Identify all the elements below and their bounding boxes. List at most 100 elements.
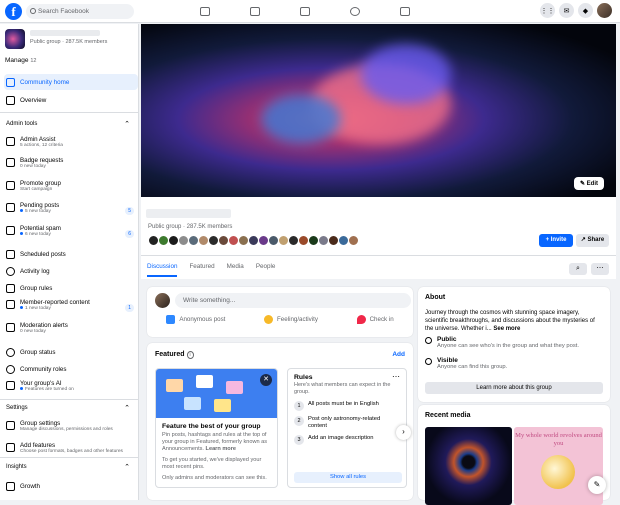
group-thumbnail[interactable] <box>5 29 25 49</box>
search-placeholder: Search Facebook <box>38 8 89 15</box>
anonymous-post-button[interactable]: Anonymous post <box>166 315 225 324</box>
see-more-link[interactable]: See more <box>493 326 520 332</box>
globe-icon <box>425 337 432 344</box>
tool-label: Group rules <box>20 285 53 292</box>
featured-title: Featured <box>155 351 185 358</box>
tool-growth[interactable]: Growth <box>6 481 136 492</box>
manage-label: Manage <box>5 57 29 64</box>
feeling-activity-button[interactable]: Feeling/activity <box>264 315 318 324</box>
pending-posts-icon <box>6 203 15 212</box>
profile-avatar[interactable] <box>597 3 612 18</box>
tab-media[interactable]: Media <box>227 263 244 277</box>
media-thumbnail-sun-graphic[interactable]: My whole world revolves around you <box>514 427 603 505</box>
group-meta: Public group · 287.5K members <box>30 39 108 45</box>
tool-scheduled-posts[interactable]: Scheduled posts <box>6 249 136 260</box>
tool-group-status[interactable]: Group status <box>6 347 136 358</box>
media-thumbnail-eye-nebula[interactable] <box>425 427 512 505</box>
rules-subtitle: Here's what members can expect in the gr… <box>294 382 391 395</box>
tab-featured[interactable]: Featured <box>189 263 214 277</box>
more-options-button[interactable]: ⋯ <box>591 263 609 275</box>
compose-edit-icon[interactable]: ✎ <box>588 476 606 494</box>
show-all-rules-button[interactable]: Show all rules <box>294 472 402 483</box>
about-card: About Journey through the cosmos with st… <box>418 287 610 402</box>
tool-sub-text: Features are turned on <box>25 387 74 392</box>
tool-community-roles[interactable]: Community roles <box>6 364 136 375</box>
tool-group-settings[interactable]: Group settings Manage discussions, permis… <box>6 420 136 433</box>
tool-sub-text: 5 new today <box>25 209 51 214</box>
tab-people[interactable]: People <box>256 263 276 277</box>
new-dot <box>20 232 23 236</box>
video-icon[interactable] <box>250 7 260 16</box>
rules-card: Rules ⋯ Here's what members can expect i… <box>287 368 407 488</box>
member-avatars[interactable] <box>148 235 359 246</box>
edit-cover-button[interactable]: ✎ Edit <box>573 177 604 190</box>
chevron-up-icon[interactable]: ⌃ <box>124 120 130 128</box>
sidebar-item-overview[interactable]: Overview <box>4 92 138 108</box>
about-title: About <box>425 294 446 301</box>
spam-icon <box>6 226 15 235</box>
tool-badge-requests[interactable]: Badge requests 0 new today <box>6 157 136 170</box>
reported-count-badge: 1 <box>125 304 134 312</box>
tool-sub: 5 new today <box>20 209 59 215</box>
anonymous-icon <box>166 315 176 324</box>
tool-potential-spam[interactable]: Potential spam 6 new today <box>6 225 136 238</box>
group-sidebar: Public group · 287.5K members Manage 12 … <box>0 24 139 500</box>
rule-item: 2 Post only astronomy-related content <box>294 416 400 430</box>
tool-label: Member-reported content <box>20 299 90 306</box>
group-name-blurred <box>30 30 100 36</box>
tool-sub: 1 new today <box>20 306 90 312</box>
notifications-bell-icon[interactable]: ◆ <box>578 3 593 18</box>
invite-button[interactable]: + Invite <box>539 234 573 247</box>
tool-add-features[interactable]: Add features Choose post formats, badges … <box>6 442 136 455</box>
tool-sub-text: 1 new today <box>25 306 51 311</box>
facebook-logo-icon[interactable]: f <box>5 3 22 20</box>
promo-title: Feature the best of your group <box>162 423 261 430</box>
close-icon[interactable]: ✕ <box>260 374 272 386</box>
top-navigation-bar: f Search Facebook ⋮⋮ ✉ ◆ <box>0 0 620 23</box>
check-in-button[interactable]: Check in <box>356 315 394 324</box>
spam-count-badge: 6 <box>125 230 134 238</box>
tool-label: Promote group <box>20 180 61 187</box>
promo-text-3: Only admins and moderators can see this. <box>162 475 267 481</box>
tool-group-rules[interactable]: Group rules <box>6 283 136 294</box>
public-title: Public <box>437 336 457 343</box>
share-button[interactable]: ↗ Share <box>576 234 609 247</box>
featured-promo-card: ✕ Feature the best of your group Pin pos… <box>155 368 278 488</box>
featured-heading: Featured i <box>155 351 194 359</box>
marketplace-icon[interactable] <box>300 7 310 16</box>
chevron-right-icon[interactable]: › <box>396 425 411 440</box>
info-icon[interactable]: i <box>186 351 194 359</box>
cover-photo: ✎ Edit <box>141 24 616 197</box>
learn-more-link[interactable]: Learn more <box>206 446 236 452</box>
tool-pending-posts[interactable]: Pending posts 5 new today <box>6 202 136 215</box>
menu-grid-icon[interactable]: ⋮⋮ <box>540 3 555 18</box>
status-dot <box>20 387 23 391</box>
sidebar-item-community-home[interactable]: Community home <box>4 74 138 90</box>
search-group-button[interactable]: ⌕ <box>569 263 587 275</box>
tool-promote-group[interactable]: Promote group Start campaign <box>6 180 136 193</box>
tab-discussion[interactable]: Discussion <box>147 263 178 277</box>
sidebar-item-label: Overview <box>20 96 47 104</box>
tool-sub: Manage discussions, permissions and role… <box>20 427 113 432</box>
learn-more-about-group-button[interactable]: Learn more about this group <box>425 382 603 394</box>
tool-activity-log[interactable]: Activity log <box>6 266 136 277</box>
more-options-icon[interactable]: ⋯ <box>392 372 400 381</box>
tool-moderation-alerts[interactable]: Moderation alerts 0 new today <box>6 322 136 335</box>
chevron-up-icon[interactable]: ⌃ <box>124 463 130 471</box>
group-title-blurred <box>146 209 231 218</box>
tool-member-reported[interactable]: Member-reported content 1 new today <box>6 299 136 312</box>
tool-group-ai[interactable]: Your group's AI Features are turned on <box>6 380 136 393</box>
gaming-icon[interactable] <box>400 7 410 16</box>
groups-icon[interactable] <box>350 7 360 16</box>
home-icon[interactable] <box>200 7 210 16</box>
chevron-up-icon[interactable]: ⌃ <box>124 404 130 412</box>
about-description: Journey through the cosmos with stunning… <box>425 309 603 333</box>
write-post-input[interactable]: Write something... <box>175 293 411 308</box>
growth-chart-icon <box>6 482 15 491</box>
add-featured-button[interactable]: Add <box>392 351 405 358</box>
settings-heading: Settings <box>6 405 28 411</box>
search-input[interactable]: Search Facebook <box>26 4 134 19</box>
tool-admin-assist[interactable]: Admin Assist 5 actions, 12 criteria <box>6 136 136 149</box>
edit-label: Edit <box>586 181 598 187</box>
messenger-icon[interactable]: ✉ <box>559 3 574 18</box>
